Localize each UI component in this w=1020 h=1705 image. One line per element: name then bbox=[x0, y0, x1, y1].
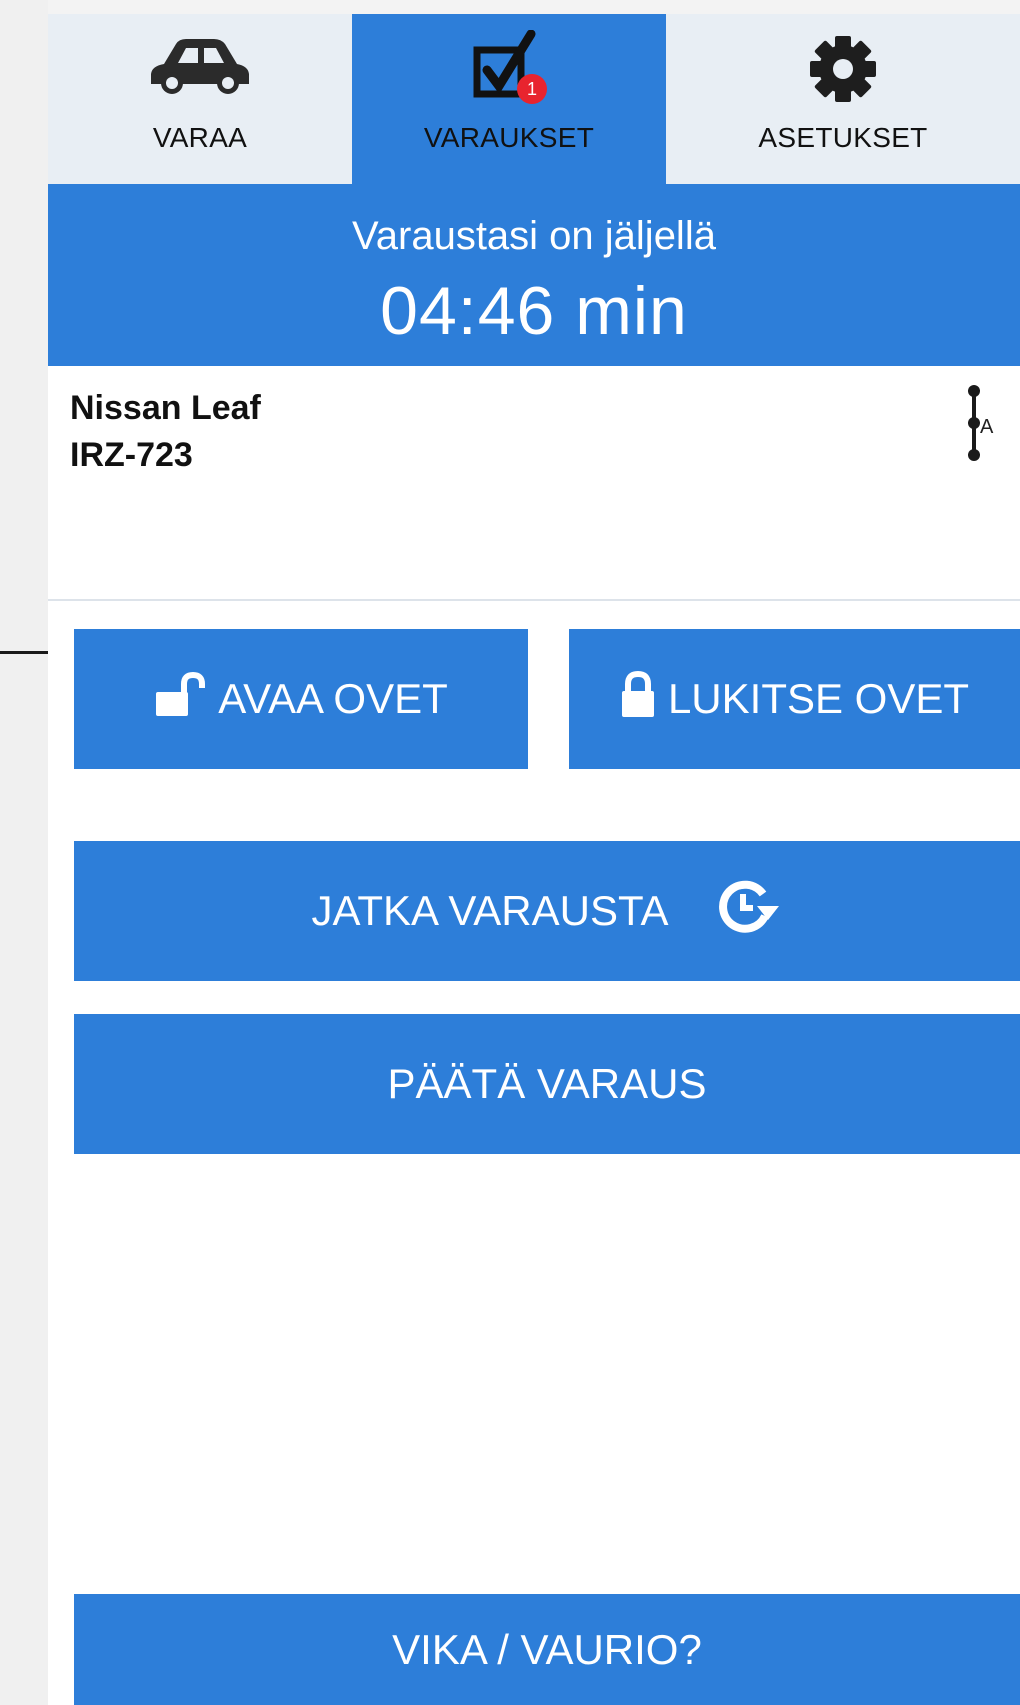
timer-title: Varaustasi on jäljellä bbox=[352, 214, 716, 258]
extend-reservation-button[interactable]: JATKA VARAUSTA bbox=[74, 841, 1020, 981]
lock-icon bbox=[620, 670, 656, 727]
app-window: VARAA 1 VARAUKSET ASETUKSET Varaustasi o… bbox=[48, 14, 1020, 1705]
open-doors-label: AVAA OVET bbox=[218, 675, 448, 722]
tab-varaa[interactable]: VARAA bbox=[48, 14, 352, 184]
open-doors-button[interactable]: AVAA OVET bbox=[74, 629, 528, 769]
lock-doors-label: LUKITSE OVET bbox=[667, 675, 970, 722]
tab-varaukset[interactable]: 1 VARAUKSET bbox=[352, 14, 666, 184]
gear-icon bbox=[808, 34, 878, 109]
extend-reservation-label: JATKA VARAUSTA bbox=[311, 887, 669, 934]
clock-refresh-icon bbox=[717, 878, 783, 944]
divider bbox=[48, 599, 1020, 601]
lock-doors-button[interactable]: LUKITSE OVET bbox=[569, 629, 1020, 769]
tab-label: ASETUKSET bbox=[758, 122, 928, 153]
tab-label: VARAA bbox=[152, 122, 248, 153]
notification-badge: 1 bbox=[517, 74, 547, 104]
unlock-icon bbox=[154, 671, 206, 726]
car-plate: IRZ-723 bbox=[70, 436, 193, 474]
tab-asetukset[interactable]: ASETUKSET bbox=[666, 14, 1020, 184]
background-strip bbox=[0, 0, 48, 1705]
report-damage-label: VIKA / VAURIO? bbox=[392, 1625, 702, 1673]
report-damage-button[interactable]: VIKA / VAURIO? bbox=[74, 1594, 1020, 1705]
end-reservation-button[interactable]: PÄÄTÄ VARAUS bbox=[74, 1014, 1020, 1154]
timer-banner: Varaustasi on jäljellä 04:46 min bbox=[48, 184, 1020, 366]
end-reservation-label: PÄÄTÄ VARAUS bbox=[387, 1060, 707, 1107]
edge-rule bbox=[0, 651, 48, 654]
timer-value: 04:46 min bbox=[380, 273, 688, 349]
tab-bar: VARAA 1 VARAUKSET ASETUKSET bbox=[48, 14, 1020, 184]
checkbox-icon: 1 bbox=[469, 29, 549, 111]
tab-label: VARAUKSET bbox=[423, 122, 595, 153]
car-icon bbox=[148, 36, 252, 103]
car-name: Nissan Leaf bbox=[70, 389, 261, 427]
handle-letter: A bbox=[980, 416, 994, 438]
